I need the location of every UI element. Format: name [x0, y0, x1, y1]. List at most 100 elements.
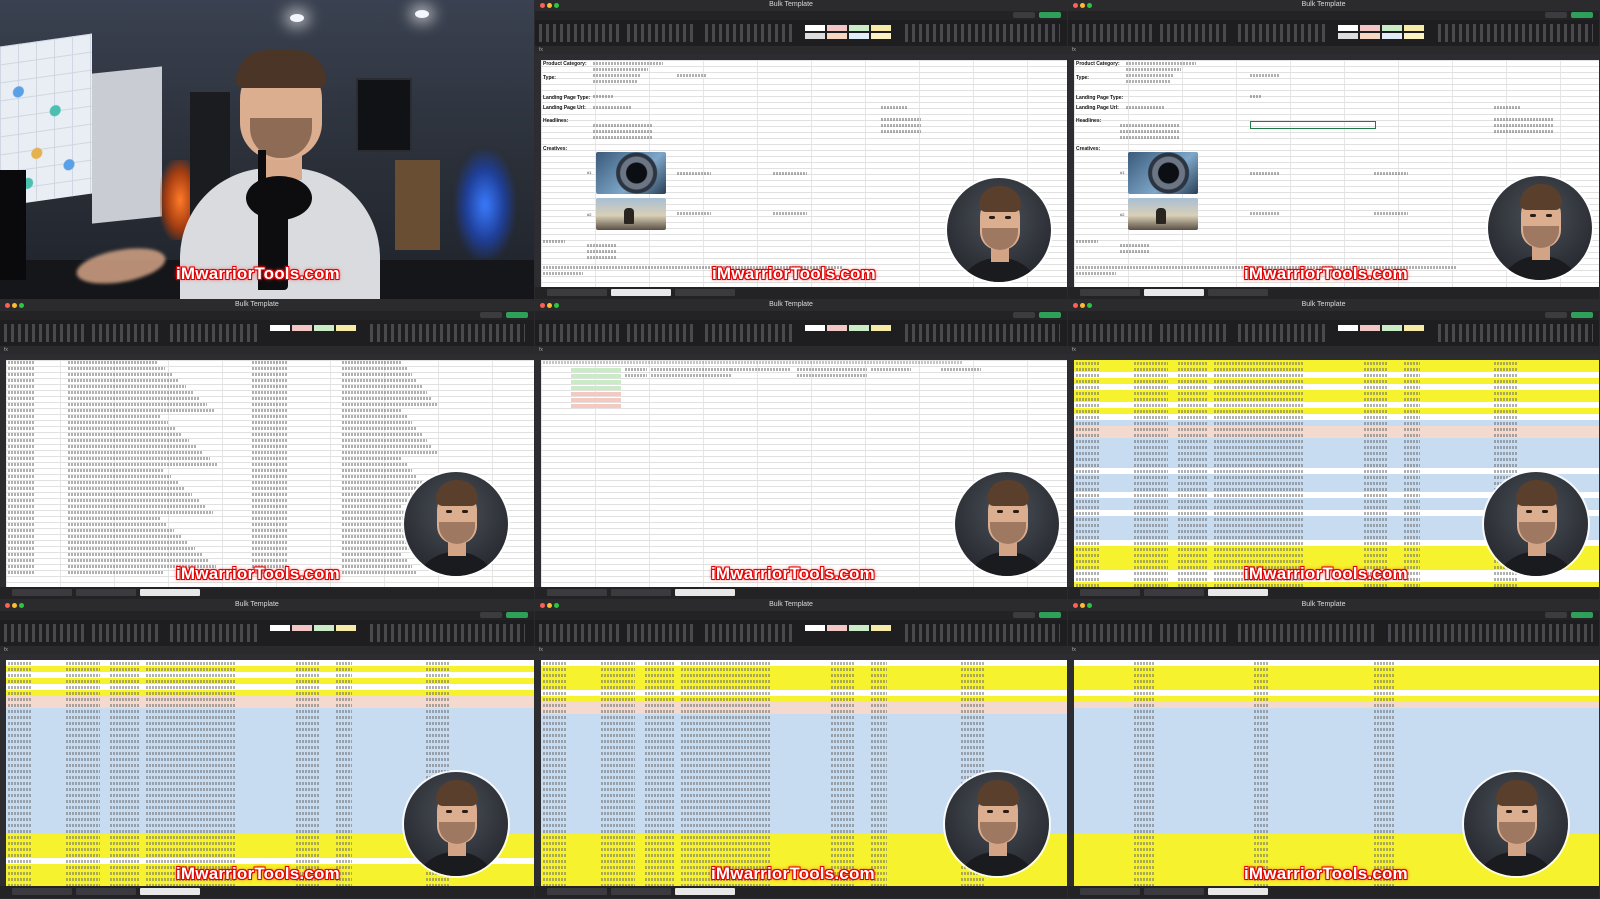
hiker-photo-icon[interactable]: [596, 198, 666, 230]
maximize-icon[interactable]: [19, 603, 24, 608]
share-button[interactable]: [506, 312, 528, 318]
close-icon[interactable]: [5, 603, 10, 608]
cell-styles[interactable]: [1338, 325, 1428, 341]
sheet-tab[interactable]: [12, 888, 72, 895]
minimize-icon[interactable]: [1080, 303, 1085, 308]
minimize-icon[interactable]: [547, 3, 552, 8]
lens-photo-icon[interactable]: [596, 152, 666, 194]
ribbon-group[interactable]: [1072, 324, 1152, 342]
ribbon-group[interactable]: [905, 24, 1060, 42]
maximize-icon[interactable]: [554, 3, 559, 8]
cell-styles[interactable]: [805, 25, 895, 41]
sheet-tab[interactable]: [140, 589, 200, 596]
hiker-photo-icon[interactable]: [1128, 198, 1198, 230]
close-icon[interactable]: [540, 3, 545, 8]
ribbon-group[interactable]: [705, 624, 795, 642]
close-icon[interactable]: [1073, 603, 1078, 608]
minimize-icon[interactable]: [547, 603, 552, 608]
sheet-tab[interactable]: [611, 589, 671, 596]
ribbon-group[interactable]: [705, 24, 795, 42]
close-icon[interactable]: [1073, 3, 1078, 8]
maximize-icon[interactable]: [1087, 603, 1092, 608]
ribbon-group[interactable]: [1438, 324, 1593, 342]
sheet-tab[interactable]: [1144, 289, 1204, 296]
ribbon-group[interactable]: [1238, 624, 1378, 642]
sheet-tab[interactable]: [76, 589, 136, 596]
cell-styles[interactable]: [270, 625, 360, 641]
ribbon-group[interactable]: [1388, 624, 1593, 642]
share-button[interactable]: [506, 612, 528, 618]
sheet-tab[interactable]: [1208, 289, 1268, 296]
close-icon[interactable]: [1073, 303, 1078, 308]
comments-button[interactable]: [1013, 312, 1035, 318]
ribbon-group[interactable]: [1072, 24, 1152, 42]
ribbon-group[interactable]: [539, 324, 619, 342]
close-icon[interactable]: [5, 303, 10, 308]
sheet-tab[interactable]: [675, 589, 735, 596]
share-button[interactable]: [1039, 312, 1061, 318]
share-button[interactable]: [1039, 12, 1061, 18]
maximize-icon[interactable]: [554, 603, 559, 608]
ribbon-group[interactable]: [370, 324, 525, 342]
sheet-tab[interactable]: [140, 888, 200, 895]
share-button[interactable]: [1571, 612, 1593, 618]
sheet-tab[interactable]: [1208, 888, 1268, 895]
ribbon-group[interactable]: [1160, 24, 1230, 42]
ribbon-group[interactable]: [705, 324, 795, 342]
ribbon-group[interactable]: [539, 624, 619, 642]
comments-button[interactable]: [480, 612, 502, 618]
close-icon[interactable]: [540, 603, 545, 608]
share-button[interactable]: [1571, 12, 1593, 18]
sheet-tab[interactable]: [1208, 589, 1268, 596]
comments-button[interactable]: [1545, 12, 1567, 18]
minimize-icon[interactable]: [547, 303, 552, 308]
sheet-tab[interactable]: [12, 589, 72, 596]
sheet-tab[interactable]: [547, 289, 607, 296]
ribbon-group[interactable]: [1160, 324, 1230, 342]
ribbon-group[interactable]: [1072, 624, 1152, 642]
minimize-icon[interactable]: [1080, 3, 1085, 8]
ribbon-group[interactable]: [170, 624, 260, 642]
sheet-tab[interactable]: [547, 589, 607, 596]
maximize-icon[interactable]: [1087, 3, 1092, 8]
ribbon-group[interactable]: [92, 324, 162, 342]
maximize-icon[interactable]: [1087, 303, 1092, 308]
sheet-tab[interactable]: [611, 289, 671, 296]
ribbon-group[interactable]: [627, 324, 697, 342]
cell-styles[interactable]: [805, 325, 895, 341]
sheet-tab[interactable]: [76, 888, 136, 895]
sheet-tab[interactable]: [547, 888, 607, 895]
sheet-tab[interactable]: [1144, 589, 1204, 596]
sheet-tab[interactable]: [611, 888, 671, 895]
comments-button[interactable]: [480, 312, 502, 318]
sheet-tab[interactable]: [1080, 289, 1140, 296]
minimize-icon[interactable]: [12, 603, 17, 608]
minimize-icon[interactable]: [1080, 603, 1085, 608]
ribbon-group[interactable]: [905, 624, 1060, 642]
sheet-tab[interactable]: [675, 289, 735, 296]
comments-button[interactable]: [1545, 612, 1567, 618]
ribbon-group[interactable]: [1438, 24, 1593, 42]
sheet-tab[interactable]: [675, 888, 735, 895]
ribbon-group[interactable]: [170, 324, 260, 342]
sheet-tab[interactable]: [1144, 888, 1204, 895]
ribbon-group[interactable]: [1238, 24, 1328, 42]
cell-styles[interactable]: [805, 625, 895, 641]
sheet-tab[interactable]: [1080, 589, 1140, 596]
ribbon-group[interactable]: [905, 324, 1060, 342]
ribbon-group[interactable]: [4, 324, 84, 342]
cell-styles[interactable]: [1338, 25, 1428, 41]
maximize-icon[interactable]: [19, 303, 24, 308]
ribbon-group[interactable]: [92, 624, 162, 642]
ribbon-group[interactable]: [539, 24, 619, 42]
close-icon[interactable]: [540, 303, 545, 308]
ribbon-group[interactable]: [627, 24, 697, 42]
selected-cell[interactable]: [1250, 121, 1376, 129]
share-button[interactable]: [1571, 312, 1593, 318]
ribbon-group[interactable]: [1160, 624, 1230, 642]
maximize-icon[interactable]: [554, 303, 559, 308]
share-button[interactable]: [1039, 612, 1061, 618]
comments-button[interactable]: [1013, 12, 1035, 18]
cell-styles[interactable]: [270, 325, 360, 341]
ribbon-group[interactable]: [370, 624, 525, 642]
